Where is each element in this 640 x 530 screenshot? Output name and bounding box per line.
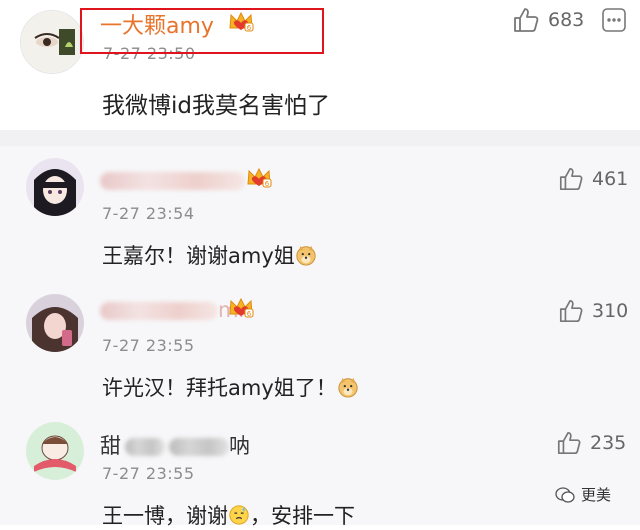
doge-emoji	[295, 244, 317, 266]
like-count: 683	[548, 9, 585, 31]
more-icon[interactable]	[600, 6, 628, 34]
crown-icon	[246, 166, 272, 190]
avatar[interactable]	[20, 10, 84, 74]
reply-username[interactable]	[100, 168, 245, 192]
like-count: 235	[590, 432, 627, 454]
watermark-label: 更美	[581, 486, 612, 504]
like-count: 461	[592, 168, 629, 190]
reply-username[interactable]: mi	[100, 298, 244, 322]
reply-text: 王一博，谢谢 ，安排一下	[102, 504, 355, 528]
reply-username[interactable]: 甜呐	[100, 430, 250, 460]
wechat-icon	[555, 486, 575, 503]
divider	[0, 130, 640, 146]
reply-text: 王嘉尔！谢谢amy姐	[102, 240, 317, 270]
like-button[interactable]: 235	[556, 430, 626, 456]
avatar[interactable]	[26, 422, 84, 480]
reply-time: 7-27 23:54	[102, 204, 195, 223]
like-count: 310	[592, 300, 629, 322]
comment-text: 我微博id我莫名害怕了	[102, 93, 330, 119]
sweat-emoji	[228, 504, 250, 526]
reply-time: 7-27 23:55	[102, 336, 195, 355]
thumbs-up-icon	[512, 6, 540, 34]
thumbs-up-icon	[558, 166, 584, 192]
avatar[interactable]	[26, 294, 84, 352]
reply-time: 7-27 23:55	[102, 464, 195, 483]
like-button[interactable]: 310	[558, 298, 628, 324]
avatar[interactable]	[26, 158, 84, 216]
source-watermark: 更美	[555, 484, 611, 505]
like-button[interactable]: 461	[558, 166, 628, 192]
reply-text: 许光汉！拜托amy姐了！	[102, 372, 359, 402]
thumbs-up-icon	[558, 298, 584, 324]
crown-icon	[228, 296, 254, 320]
doge-emoji	[337, 376, 359, 398]
username-highlight-box	[80, 8, 324, 54]
replies-list: 7-27 23:54 王嘉尔！谢谢amy姐 461 mi 7-27 23:55 …	[0, 146, 640, 528]
like-button[interactable]: 683	[512, 6, 584, 34]
thumbs-up-icon	[556, 430, 582, 456]
